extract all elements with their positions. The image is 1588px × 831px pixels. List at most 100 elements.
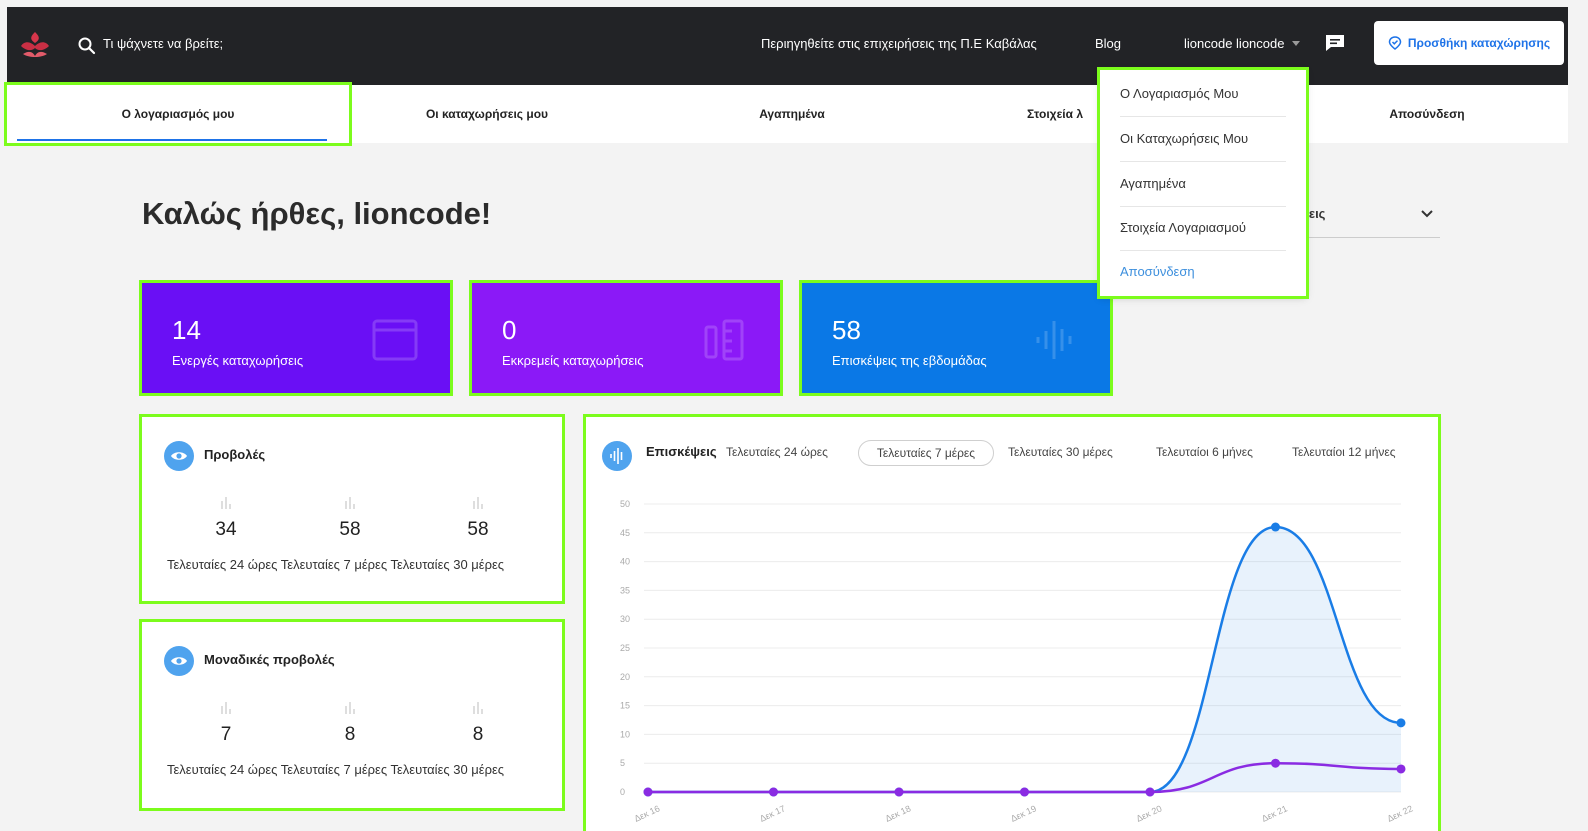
x-tick-label: Δεκ 21 [1260,803,1289,823]
blog-link[interactable]: Blog [1095,36,1121,51]
bar-chart-icon [345,702,355,714]
stat-card-pending-listings[interactable]: 0 Εκκρεμείς καταχωρήσεις [469,280,783,396]
views-30d-value: 58 [467,519,489,540]
series-area [648,527,1401,792]
menu-item-my-listings[interactable]: Οι Καταχωρήσεις Μου [1120,131,1248,146]
unique-24h-value: 7 [220,724,232,745]
x-tick-label: Δεκ 20 [1135,803,1164,823]
unique-period-labels: Τελευταίες 24 ώρες Τελευταίες 7 μέρες Τε… [167,762,505,777]
eye-icon [164,441,194,471]
search-icon[interactable] [77,36,97,56]
tab-label: Αγαπημένα [759,107,825,121]
tab-favorites[interactable]: Αγαπημένα [647,85,937,143]
data-point [1020,787,1029,797]
unique-views-title: Μοναδικές προβολές [204,652,335,667]
tab-logout[interactable]: Αποσύνδεση [1327,85,1527,143]
views-panel: Προβολές 34 58 58 Τελευταίες 24 ώρες Τελ… [139,414,565,604]
data-point [1271,758,1280,768]
visits-line-chart: 0 5 10 15 20 25 30 35 40 45 50 Δεκ 16 Δεκ 17 Δεκ 18 Δε… [620,499,1415,824]
location-check-icon [1388,36,1402,50]
chat-icon[interactable] [1325,34,1345,52]
x-tick-label: Δεκ 18 [884,803,913,823]
user-menu[interactable]: lioncode lioncode [1184,36,1301,51]
pencil-ruler-icon [704,319,744,361]
y-tick-label: 25 [620,643,630,653]
top-navbar: Τι ψάχνετε να βρείτε; Περιηγηθείτε στις … [7,7,1568,85]
x-tick-label: Δεκ 17 [758,803,787,823]
add-listing-label: Προσθήκη καταχώρησης [1407,36,1551,50]
data-point [1145,787,1155,797]
y-tick-label: 35 [620,585,630,595]
page: Τι ψάχνετε να βρείτε; Περιηγηθείτε στις … [0,0,1568,831]
bar-chart-icon [221,497,231,509]
add-listing-button[interactable]: Προσθήκη καταχώρησης [1374,21,1564,65]
user-name: lioncode lioncode [1184,36,1285,51]
stat-value: 14 [172,315,201,345]
y-tick-label: 40 [620,557,630,567]
y-tick-label: 10 [620,729,630,739]
stat-label: Ενεργές καταχωρήσεις [172,353,304,368]
tab-label: Στοιχεία λ [1027,107,1084,121]
stat-card-weekly-visits[interactable]: 58 Επισκέψεις της εβδομάδας [799,280,1113,396]
tab-my-account[interactable]: Ο λογαριασμός μου [4,82,352,146]
menu-divider [1120,250,1286,251]
browser-window-icon [372,319,418,361]
bar-chart-icon [345,497,355,509]
browse-businesses-link[interactable]: Περιηγηθείτε στις επιχειρήσεις της Π.Ε Κ… [761,36,1037,51]
stat-label: Επισκέψεις της εβδομάδας [832,353,987,368]
search-input[interactable]: Τι ψάχνετε να βρείτε; [103,36,223,51]
y-tick-label: 20 [620,672,630,682]
views-7d-value: 58 [339,519,361,540]
data-point [1396,718,1406,728]
menu-item-my-account[interactable]: Ο Λογαριασμός Μου [1120,86,1239,101]
unique-30d-value: 8 [472,724,484,745]
unique-7d-value: 8 [344,724,356,745]
menu-divider [1120,206,1286,207]
account-tabs: Ο λογαριασμός μου Οι καταχωρήσεις μου Αγ… [4,82,1568,146]
views-title: Προβολές [204,447,266,462]
y-tick-label: 30 [620,614,630,624]
page-title: Καλώς ήρθες, lioncode! [142,196,492,231]
menu-divider [1120,116,1286,117]
chevron-down-icon [1421,210,1433,218]
views-24h-value: 34 [215,519,237,540]
stat-label: Εκκρεμείς καταχωρήσεις [502,353,644,368]
y-tick-label: 5 [620,758,625,768]
y-tick-label: 15 [620,701,630,711]
stat-value: 58 [832,315,861,345]
y-tick-label: 0 [620,787,625,797]
tab-label: Οι καταχωρήσεις μου [425,107,549,121]
x-tick-label: Δεκ 19 [1009,803,1038,823]
user-dropdown-menu: Ο Λογαριασμός Μου Οι Καταχωρήσεις Μου Αγ… [1097,67,1309,299]
site-logo-icon[interactable] [17,30,53,60]
stat-value: 0 [502,315,517,345]
data-point [769,787,778,797]
tab-label: Αποσύνδεση [1389,107,1465,121]
bar-chart-icon [473,497,483,509]
active-tab-indicator [17,139,327,141]
chevron-down-icon [1292,41,1301,46]
menu-item-account-details[interactable]: Στοιχεία Λογαριασμού [1120,220,1246,235]
visits-chart-panel: Επισκέψεις Τελευταίες 24 ώρες Τελευταίες… [583,414,1441,831]
data-point [1271,522,1280,532]
data-point [894,787,904,797]
menu-item-favorites[interactable]: Αγαπημένα [1120,176,1186,191]
stat-card-active-listings[interactable]: 14 Ενεργές καταχωρήσεις [139,280,453,396]
menu-divider [1120,161,1286,162]
data-point [643,787,653,797]
bar-chart-icon [473,702,483,714]
tab-my-listings[interactable]: Οι καταχωρήσεις μου [337,85,637,143]
bar-chart-icon [221,702,231,714]
y-tick-label: 50 [620,499,630,509]
x-tick-label: Δεκ 22 [1386,803,1415,823]
eye-icon [164,646,194,676]
menu-item-logout[interactable]: Αποσύνδεση [1120,264,1195,279]
data-point [1396,764,1406,774]
y-tick-label: 45 [620,528,630,538]
x-tick-label: Δεκ 16 [633,803,662,823]
audio-wave-icon [1036,321,1072,359]
unique-views-panel: Μοναδικές προβολές 7 8 8 Τελευταίες 24 ώ… [139,619,565,811]
period-select[interactable]: σεις [1300,196,1440,238]
views-period-labels: Τελευταίες 24 ώρες Τελευταίες 7 μέρες Τε… [167,557,505,572]
tab-label: Ο λογαριασμός μου [121,107,235,121]
